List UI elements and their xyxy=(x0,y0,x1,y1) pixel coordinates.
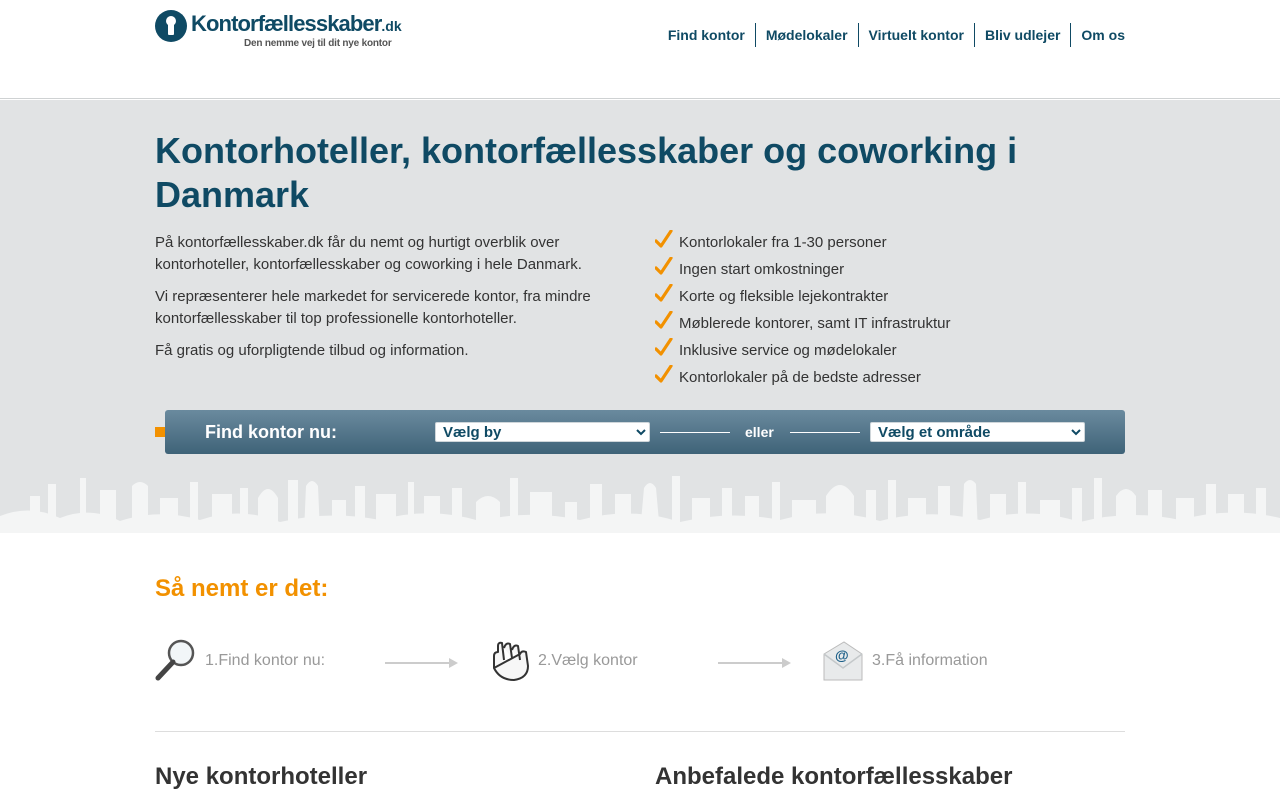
intro-paragraph: Få gratis og uforpligtende tilbud og inf… xyxy=(155,342,469,359)
step-label: 1.Find kontor nu: xyxy=(205,652,326,669)
benefit-item: Møblerede kontorer, samt IT infrastruktu… xyxy=(655,311,951,340)
intro-paragraph: Vi repræsenterer hele markedet for servi… xyxy=(155,288,591,327)
main-nav: Find kontor Mødelokaler Virtuelt kontor … xyxy=(658,23,1125,47)
intro-text: På kontorfællesskaber.dk får du nemt og … xyxy=(155,232,625,372)
site-logo[interactable]: Kontorfællesskaber.dk Den nemme vej til … xyxy=(155,10,402,52)
checkmark-icon xyxy=(655,365,673,383)
arrow-right-icon xyxy=(385,658,458,668)
or-label: eller xyxy=(745,424,774,440)
arrow-right-icon xyxy=(718,658,791,668)
divider-line xyxy=(660,432,730,433)
site-header: Kontorfællesskaber.dk Den nemme vej til … xyxy=(0,0,1280,99)
svg-text:@: @ xyxy=(835,647,849,663)
nav-om-os[interactable]: Om os xyxy=(1070,23,1125,47)
page-title: Kontorhoteller, kontorfællesskaber og co… xyxy=(155,130,1018,215)
hero-section: Kontorhoteller, kontorfællesskaber og co… xyxy=(0,100,1280,533)
intro-paragraph: På kontorfællesskaber.dk får du nemt og … xyxy=(155,234,582,273)
find-office-bar: Find kontor nu: Vælg by eller Vælg et om… xyxy=(165,410,1125,454)
logo-tagline: Den nemme vej til dit nye kontor xyxy=(244,38,392,49)
nav-bliv-udlejer[interactable]: Bliv udlejer xyxy=(973,23,1070,47)
checkmark-icon xyxy=(655,257,673,275)
area-select[interactable]: Vælg et område xyxy=(870,422,1085,442)
divider-line xyxy=(790,432,860,433)
benefit-item: Kontorlokaler på de bedste adresser xyxy=(655,365,951,394)
nav-virtuelt-kontor[interactable]: Virtuelt kontor xyxy=(857,23,974,47)
new-office-hotels-heading: Nye kontorhoteller xyxy=(155,763,368,790)
step-label: 2.Vælg kontor xyxy=(538,652,638,669)
benefit-item: Ingen start omkostninger xyxy=(655,257,951,286)
benefit-item: Korte og fleksible lejekontrakter xyxy=(655,284,951,313)
city-skyline-image xyxy=(0,476,1280,533)
city-select[interactable]: Vælg by xyxy=(435,422,650,442)
keyhole-icon xyxy=(155,10,187,42)
logo-name: Kontorfællesskaber.dk xyxy=(191,11,402,36)
recommended-coworking-heading: Anbefalede kontorfællesskaber xyxy=(655,763,1013,790)
email-envelope-icon: @ xyxy=(823,641,863,681)
pointer-hand-icon xyxy=(493,641,529,681)
magnifier-icon xyxy=(155,639,195,681)
step-label: 3.Få information xyxy=(872,652,988,669)
checkmark-icon xyxy=(655,311,673,329)
how-it-works-title: Så nemt er det: xyxy=(155,575,329,602)
benefit-item: Kontorlokaler fra 1-30 personer xyxy=(655,230,951,259)
checkmark-icon xyxy=(655,338,673,356)
benefits-list: Kontorlokaler fra 1-30 personer Ingen st… xyxy=(655,230,951,394)
section-divider xyxy=(155,731,1125,732)
find-office-label: Find kontor nu: xyxy=(205,422,337,442)
benefit-item: Inklusive service og mødelokaler xyxy=(655,338,951,367)
nav-modelokaler[interactable]: Mødelokaler xyxy=(754,23,858,47)
checkmark-icon xyxy=(655,284,673,302)
checkmark-icon xyxy=(655,230,673,248)
nav-find-kontor[interactable]: Find kontor xyxy=(658,23,755,47)
